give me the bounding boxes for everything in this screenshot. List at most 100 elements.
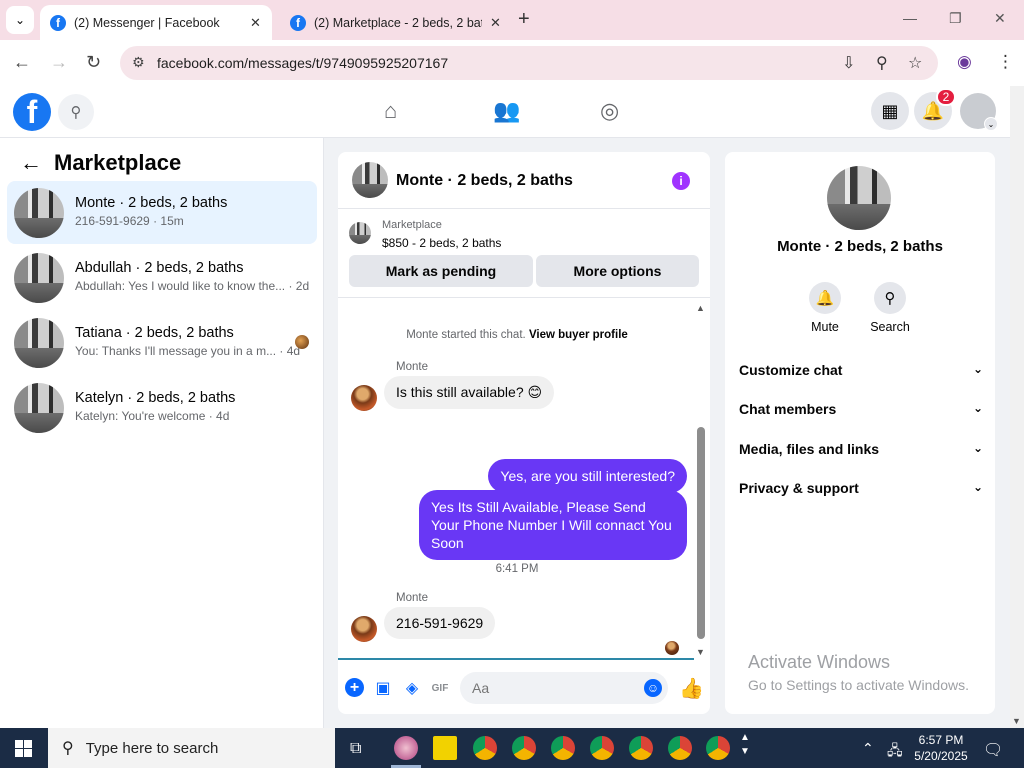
scroll-down-icon[interactable]: ▼	[696, 647, 705, 657]
emoji-icon[interactable]: ☺	[644, 679, 662, 697]
conversation-preview: Abdullah: Yes I would like to know the..…	[75, 279, 310, 293]
add-attachment-icon[interactable]: +	[345, 678, 364, 697]
search-icon[interactable]: ⚲	[58, 94, 94, 130]
privacy-support-section[interactable]: Privacy & support ⌄	[739, 480, 983, 496]
bookmark-star-icon[interactable]: ☆	[908, 53, 922, 73]
view-buyer-profile-link[interactable]: View buyer profile	[529, 329, 628, 341]
show-hidden-icons-icon[interactable]: ⌃	[862, 740, 874, 757]
reload-icon[interactable]: ↻	[86, 52, 101, 73]
zoom-icon[interactable]: ⚲	[876, 53, 888, 73]
mute-button[interactable]: 🔔 Mute	[795, 282, 855, 334]
restore-icon[interactable]: ❐	[949, 10, 962, 27]
bell-icon: 🔔	[809, 282, 841, 314]
details-name: Monte · 2 beds, 2 baths	[777, 238, 943, 255]
conversation-item-tatiana[interactable]: Tatiana · 2 beds, 2 baths You: Thanks I'…	[7, 311, 317, 374]
install-app-icon[interactable]: ⇩	[842, 53, 855, 73]
gif-icon[interactable]: GIF	[430, 678, 450, 698]
seen-avatar-icon	[665, 641, 679, 655]
customize-chat-section[interactable]: Customize chat ⌄	[739, 362, 983, 378]
section-label: Customize chat	[739, 362, 843, 378]
chevron-down-icon: ⌄	[972, 441, 983, 455]
account-avatar[interactable]: ⌄	[960, 93, 998, 131]
chrome-icon[interactable]	[551, 736, 575, 760]
conversation-item-abdullah[interactable]: Abdullah · 2 beds, 2 baths Abdullah: Yes…	[7, 246, 317, 309]
clock-date: 5/20/2025	[914, 749, 968, 763]
message-sender: Monte	[396, 361, 428, 373]
chrome-icon[interactable]	[706, 736, 730, 760]
url-text[interactable]: facebook.com/messages/t/9749095925207167	[157, 55, 448, 71]
close-window-icon[interactable]: ✕	[994, 10, 1006, 27]
conversation-preview: Katelyn: You're welcome · 4d	[75, 409, 230, 423]
windows-start-icon[interactable]	[15, 740, 32, 757]
conversation-preview: 216-591-9629 · 15m	[75, 214, 184, 228]
conversation-item-monte[interactable]: Monte · 2 beds, 2 baths 216-591-9629 · 1…	[7, 181, 317, 244]
chrome-icon[interactable]	[629, 736, 653, 760]
more-options-button[interactable]: More options	[536, 255, 699, 287]
conversation-item-katelyn[interactable]: Katelyn · 2 beds, 2 baths Katelyn: You'r…	[7, 376, 317, 439]
new-tab-icon[interactable]: +	[518, 8, 530, 31]
incoming-message[interactable]: Is this still available? 😊	[384, 376, 555, 409]
page-scrollbar[interactable]: ▼	[1010, 86, 1024, 728]
task-view-icon[interactable]: ⧉	[350, 740, 361, 758]
chevron-down-icon: ⌄	[972, 362, 983, 376]
watermark-subtitle: Go to Settings to activate Windows.	[748, 677, 969, 693]
facebook-logo-icon[interactable]: f	[13, 93, 51, 131]
forward-icon[interactable]: →	[50, 52, 68, 73]
chrome-icon[interactable]	[473, 736, 497, 760]
sender-avatar[interactable]	[351, 385, 377, 411]
minimize-icon[interactable]: —	[903, 10, 917, 26]
thumbs-up-icon[interactable]: 👍	[679, 676, 704, 701]
message-input[interactable]	[460, 672, 668, 704]
chrome-icon[interactable]	[512, 736, 536, 760]
chrome-icon[interactable]	[590, 736, 614, 760]
profile-icon[interactable]: ◉	[957, 52, 972, 72]
incoming-message[interactable]: 216-591-9629	[384, 607, 496, 639]
menu-grid-icon[interactable]: ▦	[871, 92, 909, 130]
network-icon[interactable]: 🖧	[887, 740, 903, 764]
listing-price[interactable]: $850 - 2 beds, 2 baths	[382, 236, 501, 250]
home-icon[interactable]: ⌂	[384, 98, 397, 124]
info-icon[interactable]: i	[672, 172, 690, 190]
taskbar-search[interactable]: ⚲ Type here to search	[48, 728, 335, 768]
chat-scrollbar[interactable]	[697, 299, 705, 659]
conversation-name: Katelyn · 2 beds, 2 baths	[75, 390, 236, 406]
action-center-icon[interactable]: 🗨	[983, 740, 1003, 760]
tab-title: (2) Marketplace - 2 beds, 2 bath	[314, 15, 482, 30]
listing-thumbnail[interactable]	[827, 166, 891, 230]
scroll-down-icon[interactable]: ▼	[1012, 716, 1021, 726]
paint-app-icon[interactable]	[394, 736, 418, 760]
site-settings-icon[interactable]: ⚙	[132, 54, 145, 71]
sender-avatar[interactable]	[351, 616, 377, 642]
taskbar-scroll-arrows-icon[interactable]: ▲ ▼	[740, 731, 750, 759]
menu-dots-icon[interactable]: ⋮	[997, 52, 1014, 72]
outgoing-message[interactable]: Yes Its Still Available, Please Send You…	[419, 490, 687, 560]
close-tab-icon[interactable]: ✕	[250, 15, 261, 31]
chat-members-section[interactable]: Chat members ⌄	[739, 401, 983, 417]
mark-as-pending-button[interactable]: Mark as pending	[349, 255, 533, 287]
taskbar-clock[interactable]: 6:57 PM 5/20/2025	[913, 732, 969, 764]
marketplace-label: Marketplace	[382, 219, 442, 231]
tab-marketplace[interactable]: f (2) Marketplace - 2 beds, 2 bath ✕	[280, 5, 508, 40]
sticker-icon[interactable]: ◈	[402, 678, 422, 698]
search-in-chat-button[interactable]: ⚲ Search	[860, 282, 920, 334]
friends-icon[interactable]: 👥	[493, 98, 520, 124]
chat-title[interactable]: Monte · 2 beds, 2 baths	[396, 172, 573, 190]
back-arrow-icon[interactable]: ←	[20, 150, 42, 176]
address-bar[interactable]: ⚙ facebook.com/messages/t/97490959252071…	[120, 46, 938, 80]
photo-icon[interactable]: ▣	[373, 678, 393, 698]
search-icon: ⚲	[874, 282, 906, 314]
scrollbar-thumb[interactable]	[697, 427, 705, 639]
tab-search-dropdown-icon[interactable]: ⌄	[6, 6, 34, 34]
groups-icon[interactable]: ◎	[600, 98, 619, 124]
sticky-notes-icon[interactable]	[433, 736, 457, 760]
back-icon[interactable]: ←	[13, 52, 31, 73]
outgoing-message[interactable]: Yes, are you still interested?	[488, 459, 687, 493]
close-tab-icon[interactable]: ✕	[490, 15, 501, 31]
chrome-icon[interactable]	[668, 736, 692, 760]
listing-thumbnail[interactable]	[352, 162, 388, 198]
listing-thumbnail[interactable]	[349, 222, 371, 244]
tab-messenger[interactable]: f (2) Messenger | Facebook ✕	[40, 5, 272, 40]
media-files-links-section[interactable]: Media, files and links ⌄	[739, 441, 983, 457]
chevron-down-icon: ⌄	[972, 480, 983, 494]
taskbar-search-placeholder: Type here to search	[85, 739, 219, 757]
